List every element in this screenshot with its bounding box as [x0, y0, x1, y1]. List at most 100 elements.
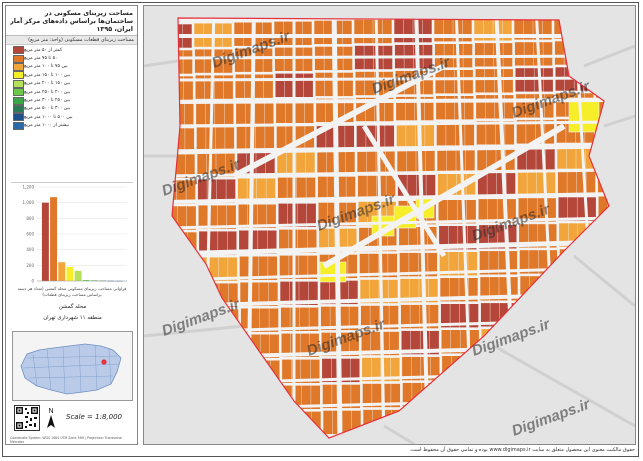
legend-swatch — [13, 62, 24, 71]
legend-title: مساحت زیربنای قطعات مسکونی (واحد: متر مر… — [6, 36, 137, 45]
copyright-footer: حقوق مالکیت معنوی این محصول متعلق به سای… — [409, 447, 635, 453]
parcel-block — [560, 300, 599, 326]
watermark: Digimaps.ir — [510, 395, 594, 439]
parcel-block — [522, 379, 561, 405]
parcel-block — [599, 273, 609, 299]
chart-caption: فراوانی مساحت زیربنای مسکونی محله گمشن (… — [17, 286, 127, 297]
parcel-block — [172, 127, 195, 153]
parcel-block — [442, 407, 482, 433]
parcel-block — [172, 361, 201, 387]
legend-swatch — [13, 104, 24, 113]
legend-item: بین ۷۵ تا ۱۰۰ متر مربع — [9, 62, 134, 71]
coordinate-system-note: Coordinate System: WGS 1984 UTM Zone 39N… — [10, 436, 123, 444]
legend-item: بین ۳۰۰ تا ۵۰۰ متر مربع — [9, 104, 134, 113]
legend-item: بین ۲۵۰ تا ۳۰۰ متر مربع — [9, 96, 134, 105]
parcel-block — [242, 385, 281, 411]
y-tick-label: 400 — [26, 247, 34, 252]
watermark: Digimaps.ir — [160, 295, 244, 339]
parcel-block — [172, 257, 198, 283]
parcel-block — [559, 274, 599, 300]
legend-list: کمتر از ۵۰ متر مربع ۵۰ تا ۷۵ متر مربع بین … — [6, 45, 137, 131]
parcel-block — [595, 91, 609, 117]
chart-bar — [58, 262, 66, 281]
parcel-block — [561, 352, 601, 378]
legend-swatch — [13, 46, 24, 55]
parcel-block — [172, 101, 195, 127]
parcel-block — [599, 247, 609, 273]
legend-item: بین ۵۰۰ تا ۱۰۰۰ متر مربع — [9, 113, 134, 122]
frequency-bar-chart: 0 200 400 600 800 1,000 1,200 — [11, 182, 133, 284]
y-tick-label: 1,000 — [23, 200, 35, 205]
chart-bar — [41, 202, 49, 281]
legend-label: کمتر از ۵۰ متر مربع — [24, 47, 63, 53]
legend-swatch — [13, 54, 24, 63]
tehran-district-map — [20, 343, 122, 395]
parcel-map: Digimaps.ir Digimaps.ir Digimaps.ir Digi… — [144, 17, 635, 444]
parcel-block — [596, 143, 609, 169]
parcel-block — [598, 221, 609, 247]
legend-label: بین ۵۰۰ تا ۱۰۰۰ متر مربع — [24, 114, 73, 120]
north-arrow-icon: N — [47, 408, 55, 428]
parcel-block — [602, 377, 609, 403]
locator-inset-map — [12, 331, 133, 401]
parcel-block — [594, 65, 609, 91]
legend-swatch — [13, 113, 24, 122]
y-tick-label: 1,200 — [23, 185, 35, 190]
map-title: مساحت زیربنای مسکونی در ساختمان‌ها براسا… — [6, 6, 137, 36]
legend-label: بین ۱۰۰ تا ۱۵۰ متر مربع — [24, 72, 71, 78]
legend-swatch — [13, 88, 24, 97]
map-panel[interactable]: Digimaps.ir Digimaps.ir Digimaps.ir Digi… — [143, 5, 636, 445]
y-tick-label: 600 — [26, 232, 34, 237]
legend-item: بین ۲۰۰ تا ۲۵۰ متر مربع — [9, 88, 134, 97]
legend-swatch — [13, 79, 24, 88]
parcel-block — [402, 408, 442, 433]
y-tick-label: 800 — [26, 216, 34, 221]
parcel-block — [597, 195, 609, 221]
parcel-block — [600, 325, 609, 351]
scale-text: Scale = 1:8,000 — [66, 413, 122, 421]
parcel-block — [482, 380, 521, 406]
parcel-block — [172, 413, 202, 438]
legend-label: بین ۳۰۰ تا ۵۰۰ متر مربع — [24, 106, 71, 112]
legend-item: بین ۱۵۰ تا ۲۰۰ متر مربع — [9, 79, 134, 88]
legend-sidebar: مساحت زیربنای مسکونی در ساختمان‌ها براسا… — [5, 5, 138, 445]
parcel-block — [560, 326, 600, 352]
parcel-block — [593, 18, 609, 39]
parcel-block — [201, 360, 241, 386]
parcel-block — [242, 411, 282, 437]
legend-label: بین ۱۵۰ تا ۲۰۰ متر مربع — [24, 81, 71, 87]
district-label: منطقه ۱۱ شهرداری تهران — [43, 315, 102, 321]
neighborhood-label: محله گمشن — [58, 304, 87, 310]
parcel-blocks — [172, 18, 609, 438]
legend-swatch — [13, 121, 24, 130]
map-furniture: N Scale = 1:8,000 — [12, 404, 133, 434]
legend-label: ۵۰ تا ۷۵ متر مربع — [24, 56, 58, 62]
chart-bar — [66, 266, 74, 281]
location-marker-icon — [101, 359, 107, 365]
legend-label: بیشتر از ۱۰۰۰ متر مربع — [24, 123, 70, 129]
y-tick-label: 0 — [31, 279, 34, 284]
parcel-block — [519, 275, 559, 301]
chart-bar — [50, 197, 58, 281]
qr-code-icon — [14, 405, 40, 431]
parcel-block — [172, 335, 200, 361]
parcel-block — [202, 412, 242, 438]
parcel-block — [200, 334, 240, 360]
legend-item: بیشتر از ۱۰۰۰ متر مربع — [9, 121, 134, 130]
north-letter: N — [48, 408, 53, 415]
legend-item: ۵۰ تا ۷۵ متر مربع — [9, 54, 134, 63]
parcel-block — [442, 381, 481, 407]
chart-bar — [74, 270, 82, 281]
parcel-block — [172, 283, 199, 309]
legend-label: بین ۲۰۰ تا ۲۵۰ متر مربع — [24, 89, 71, 95]
legend-label: بین ۷۵ تا ۱۰۰ متر مربع — [24, 64, 68, 70]
legend-swatch — [13, 71, 24, 80]
legend-item: کمتر از ۵۰ متر مربع — [9, 46, 134, 55]
legend-swatch — [13, 96, 24, 105]
parcel-block-highlight — [568, 97, 600, 133]
parcel-block — [202, 386, 241, 412]
parcel-block — [172, 387, 201, 413]
y-tick-label: 200 — [26, 263, 34, 268]
legend-label: بین ۲۵۰ تا ۳۰۰ متر مربع — [24, 98, 71, 104]
parcel-block — [554, 40, 593, 66]
